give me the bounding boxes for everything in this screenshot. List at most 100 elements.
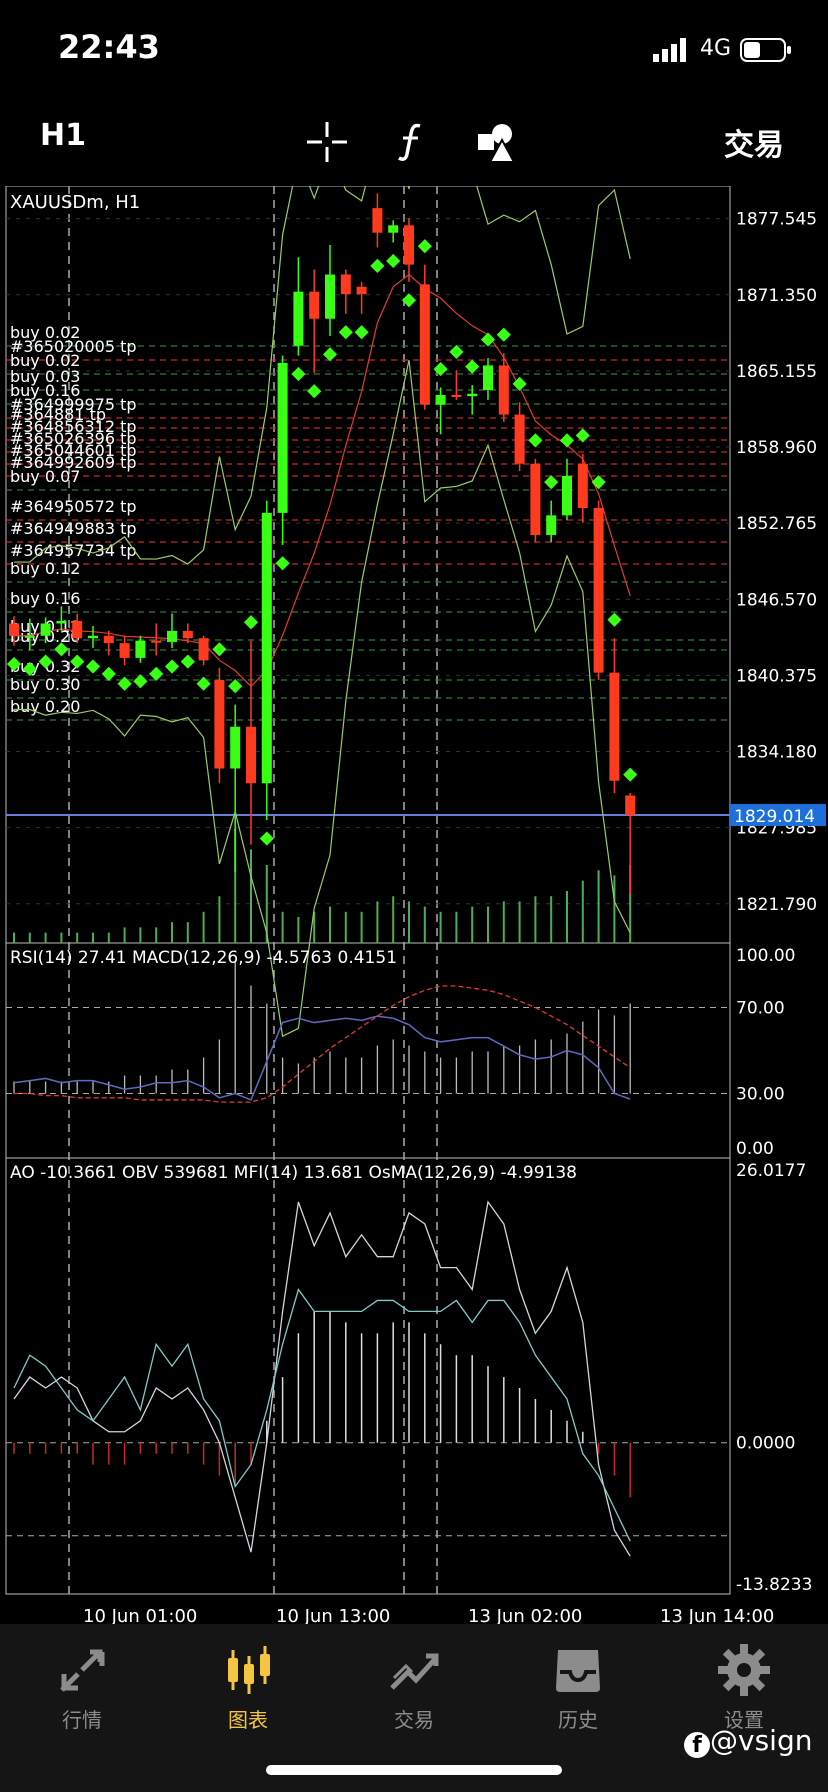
sar-dot — [559, 433, 575, 448]
tab-history[interactable]: 历史 — [518, 1642, 638, 1742]
sar-dot — [307, 384, 322, 399]
network-type: 4G — [700, 36, 732, 61]
bearish-candle — [451, 394, 462, 397]
bullish-candle — [435, 394, 446, 405]
time-axis-label: 13 Jun 14:00 — [660, 1606, 774, 1624]
bearish-candle — [372, 208, 383, 233]
bullish-candle — [56, 621, 67, 624]
sar-dot — [338, 325, 353, 340]
price-axis-label: 1821.790 — [736, 895, 817, 915]
price-chart[interactable]: buy 0.02#365020005 tpbuy 0.02buy 0.03buy… — [0, 186, 828, 1624]
tab-trade[interactable]: 交易 — [354, 1642, 474, 1742]
bullish-candle — [135, 640, 146, 658]
price-axis-label: 1846.570 — [736, 590, 817, 610]
watermark-text: @vsign — [710, 1724, 813, 1757]
time-axis-label: 10 Jun 01:00 — [83, 1606, 197, 1624]
status-time: 22:43 — [58, 28, 160, 66]
time-axis-label: 13 Jun 02:00 — [468, 1606, 582, 1624]
bullish-candle — [483, 365, 493, 390]
bullish-candle — [467, 393, 478, 397]
osc-label: AO -10.3661 OBV 539681 MFI(14) 13.681 Os… — [10, 1163, 577, 1183]
battery-icon — [740, 38, 791, 62]
bullish-candle — [388, 225, 399, 233]
price-axis-label: 1877.545 — [736, 210, 817, 230]
gear-icon — [718, 1644, 770, 1696]
bullish-candle — [88, 635, 98, 639]
take-profit-label: #364950572 tp — [10, 497, 137, 516]
sar-dot — [607, 612, 622, 627]
tab-quotes[interactable]: 行情 — [22, 1642, 142, 1742]
sar-dot — [575, 428, 590, 443]
ao-line — [13, 1200, 631, 1557]
osc-panel-frame — [5, 1157, 731, 1595]
sar-dot — [496, 327, 511, 342]
bearish-candle — [214, 680, 225, 769]
bearish-candle — [151, 640, 162, 643]
bearish-candle — [182, 630, 193, 639]
main-panel-frame — [5, 186, 731, 944]
bearish-candle — [72, 621, 83, 639]
inbox-icon — [556, 1650, 600, 1692]
tab-chart[interactable]: 图表 — [188, 1642, 308, 1742]
bearish-candle — [419, 284, 430, 405]
bearish-candle — [530, 463, 541, 536]
osc-axis-label: 0.0000 — [736, 1434, 795, 1454]
bearish-candle — [625, 795, 636, 816]
price-axis-label: 1834.180 — [736, 743, 817, 763]
price-axis-label: 1871.350 — [736, 286, 817, 306]
quotes-icon — [60, 1649, 105, 1692]
bullish-candle — [546, 515, 557, 536]
bearish-candle — [119, 643, 130, 658]
bullish-candle — [277, 362, 288, 513]
sar-dot — [164, 659, 180, 674]
sar-dot — [386, 253, 401, 269]
cellular-signal-icon — [653, 38, 686, 62]
sar-dot — [228, 679, 243, 694]
trade-icon — [390, 1653, 439, 1690]
shapes-icon[interactable] — [476, 120, 520, 164]
bearish-candle — [577, 463, 588, 508]
sar-dot — [101, 666, 116, 681]
crosshair-icon[interactable] — [305, 120, 349, 164]
sar-dot — [591, 475, 606, 490]
sar-dot — [417, 239, 432, 254]
bearish-candle — [340, 274, 351, 295]
symbol-label: XAUUSDm, H1 — [10, 192, 140, 213]
sar-dot — [480, 332, 496, 347]
sar-dot — [623, 767, 638, 782]
time-axis-label: 10 Jun 13:00 — [276, 1606, 390, 1624]
home-indicator — [266, 1765, 562, 1775]
mfi-line — [13, 1288, 631, 1542]
tab-chart-label: 图表 — [228, 1708, 268, 1732]
candles-icon — [228, 1646, 270, 1694]
bearish-candle — [246, 726, 256, 784]
rsi-line — [13, 1015, 631, 1101]
rsi-axis-label: 70.00 — [736, 999, 785, 1019]
bullish-candle — [167, 630, 177, 642]
osc-axis-label: 26.0177 — [736, 1161, 806, 1181]
bullish-candle — [40, 623, 51, 636]
status-bar: 22:43 4G — [0, 0, 828, 100]
bearish-candle — [103, 635, 114, 644]
bearish-candle — [404, 225, 414, 265]
function-icon[interactable] — [390, 120, 434, 164]
bullish-candle — [24, 635, 35, 638]
sar-dot — [133, 674, 148, 689]
price-axis-label: 1852.765 — [736, 514, 817, 534]
timeframe-button[interactable]: H1 — [40, 118, 86, 153]
sar-dot — [117, 676, 132, 691]
rsi-axis-label: 0.00 — [736, 1139, 774, 1159]
sar-dot — [180, 654, 195, 669]
rsi-axis-label: 30.00 — [736, 1085, 785, 1105]
bullish-candle — [261, 512, 272, 784]
sar-dot — [322, 347, 338, 362]
price-axis-label: 1858.960 — [736, 438, 817, 458]
tab-quotes-label: 行情 — [62, 1708, 102, 1732]
sar-dot — [528, 433, 543, 448]
bearish-candle — [356, 286, 367, 295]
price-axis-label: 1840.375 — [736, 666, 817, 686]
chart-toolbar: H1 交易 — [0, 100, 828, 186]
sar-dot — [259, 831, 274, 846]
trade-button[interactable]: 交易 — [724, 120, 784, 164]
bullish-candle — [562, 476, 572, 516]
